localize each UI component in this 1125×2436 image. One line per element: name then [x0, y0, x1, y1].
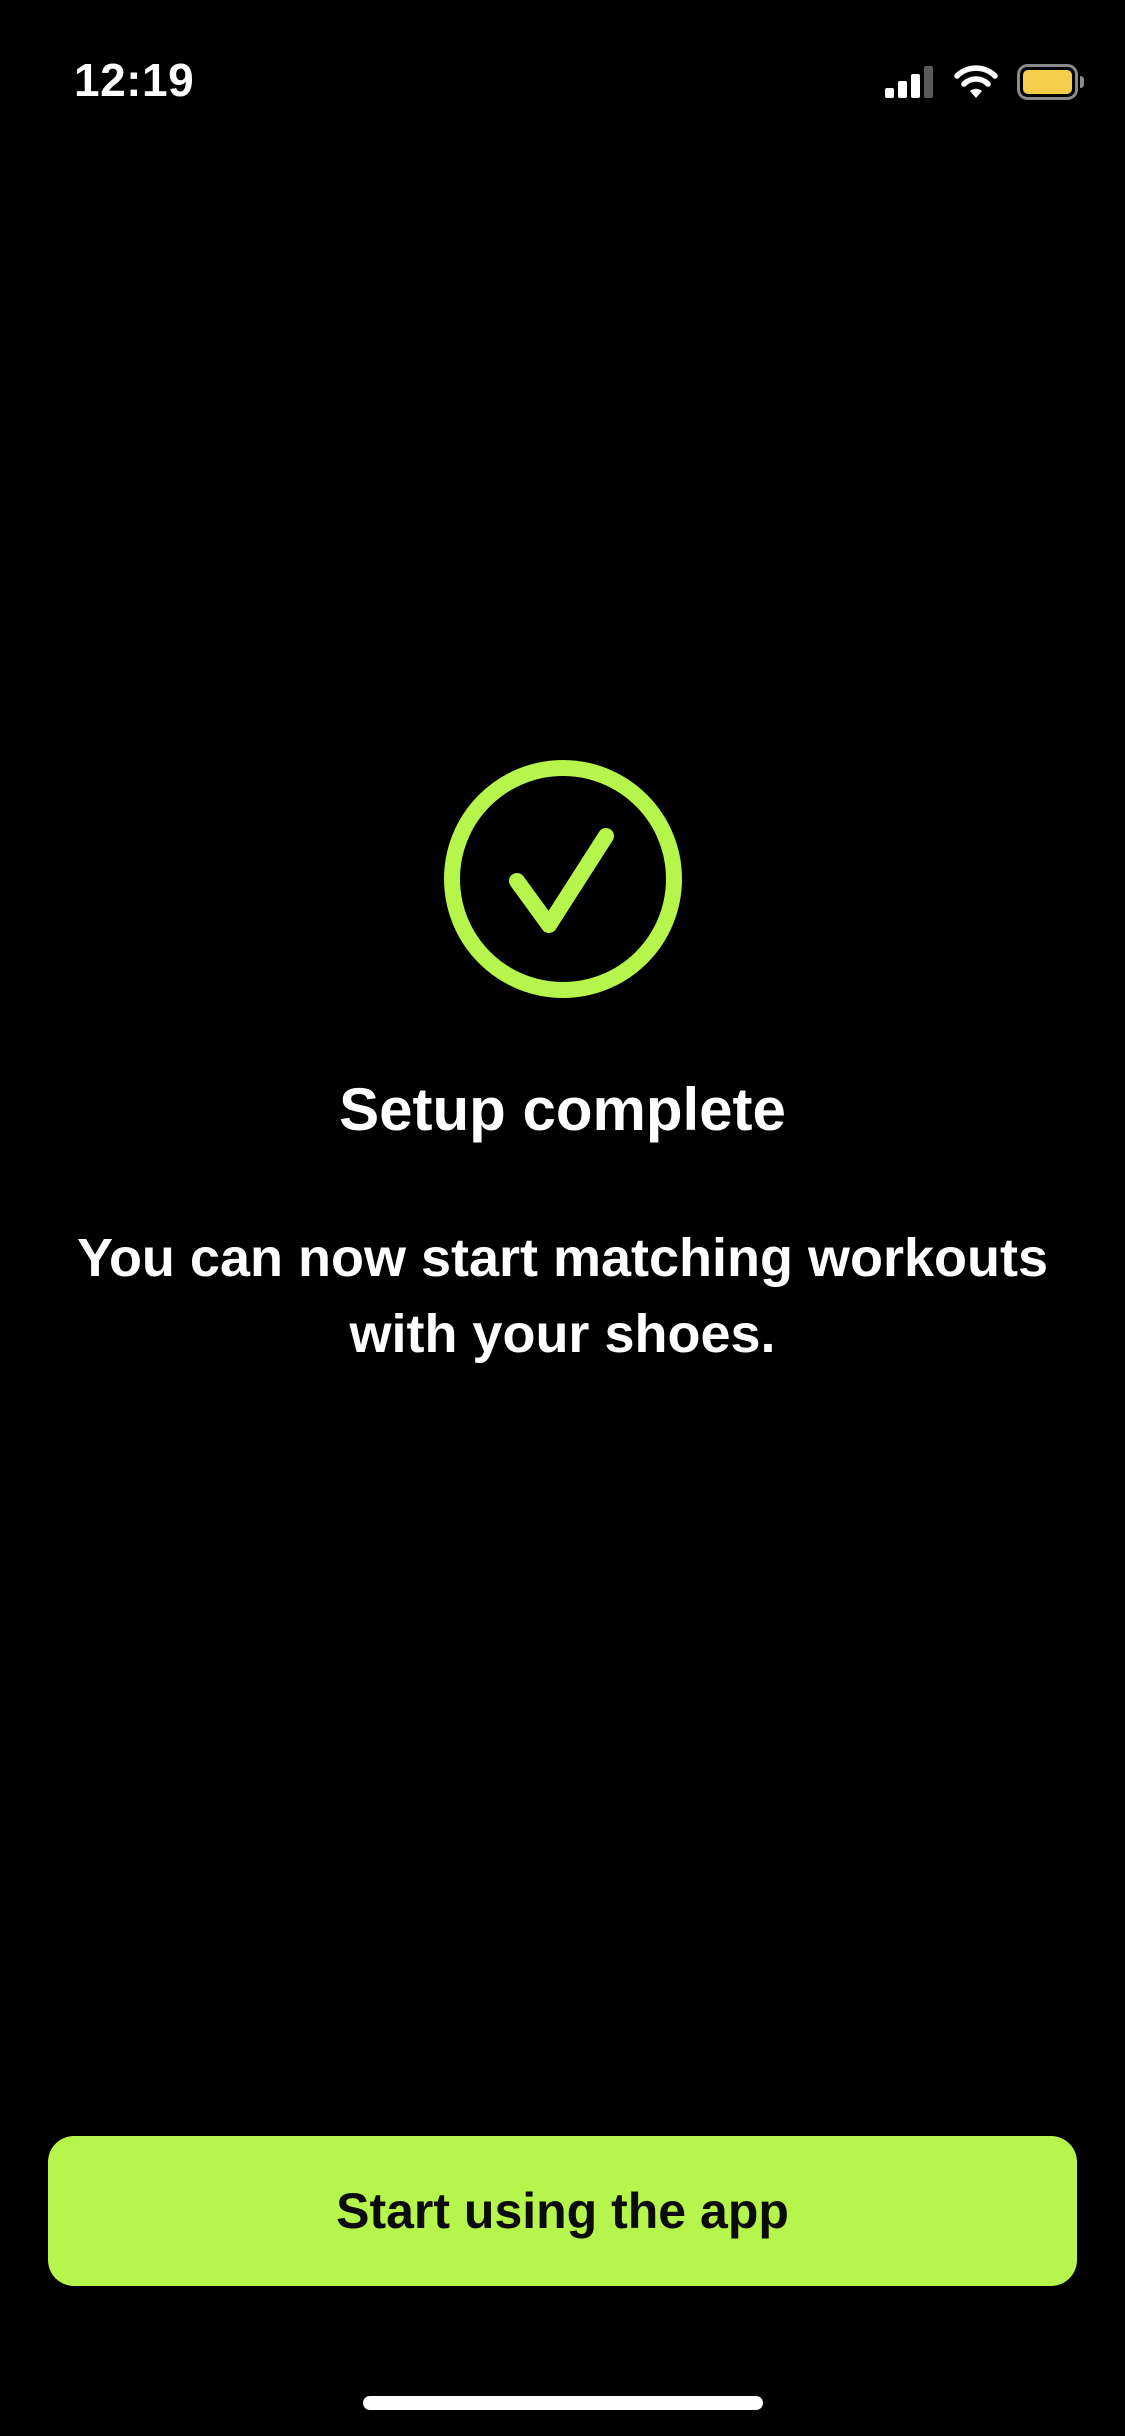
page-title: Setup complete: [339, 1076, 786, 1143]
home-indicator[interactable]: [363, 2396, 763, 2410]
battery-icon: [1017, 64, 1085, 100]
wifi-icon: [953, 65, 999, 99]
status-icons: [885, 60, 1085, 104]
cellular-signal-icon: [885, 66, 935, 98]
page-subtitle: You can now start matching workouts with…: [76, 1228, 1049, 1364]
status-time: 12:19: [74, 54, 195, 106]
start-using-app-button[interactable]: Start using the app: [48, 2136, 1077, 2286]
status-bar: 12:19: [0, 0, 1125, 140]
checkmark-circle-icon: [442, 758, 684, 1000]
